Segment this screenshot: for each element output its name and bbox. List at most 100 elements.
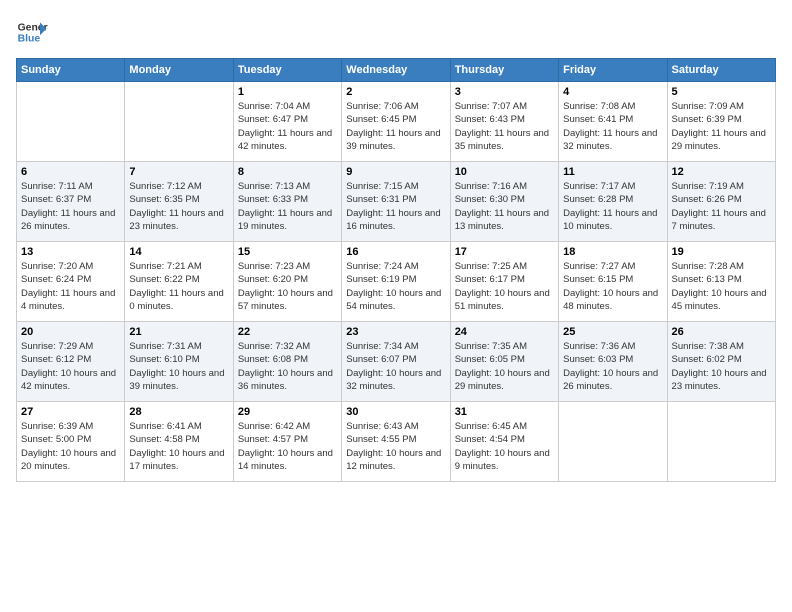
week-row-1: 1 Sunrise: 7:04 AMSunset: 6:47 PMDaylight… [17,82,776,162]
calendar-cell: 17Sunrise: 7:25 AMSunset: 6:17 PMDayligh… [450,242,558,322]
logo: General Blue [16,16,48,48]
day-number: 28 [129,406,228,418]
day-number: 12 [672,166,771,178]
day-info: Sunrise: 7:08 AMSunset: 6:41 PMDaylight:… [563,100,662,153]
calendar-cell: 23 Sunrise: 7:34 AMSunset: 6:07 PMDayligh… [342,322,450,402]
calendar-cell [559,402,667,482]
weekday-header-friday: Friday [559,59,667,82]
day-info: Sunrise: 7:23 AMSunset: 6:20 PMDaylight:… [238,260,337,313]
svg-text:Blue: Blue [18,34,41,45]
calendar-cell: 24 Sunrise: 7:35 AMSunset: 6:05 PMDayligh… [450,322,558,402]
page-header: General Blue [16,16,776,48]
calendar-cell: 8 Sunrise: 7:13 AMSunset: 6:33 PMDaylight… [233,162,341,242]
week-row-3: 13 Sunrise: 7:20 AMSunset: 6:24 PMDayligh… [17,242,776,322]
day-info: Sunrise: 7:13 AMSunset: 6:33 PMDaylight:… [238,180,337,233]
day-info: Sunrise: 7:11 AMSunset: 6:37 PMDaylight:… [21,180,120,233]
day-info: Sunrise: 7:09 AMSunset: 6:39 PMDaylight:… [672,100,771,153]
day-info: Sunrise: 7:15 AMSunset: 6:31 PMDaylight:… [346,180,445,233]
calendar-cell: 6 Sunrise: 7:11 AMSunset: 6:37 PMDaylight… [17,162,125,242]
day-number: 14 [129,246,228,258]
day-number: 3 [455,86,554,98]
calendar-cell: 12 Sunrise: 7:19 AMSunset: 6:26 PMDayligh… [667,162,775,242]
weekday-header-monday: Monday [125,59,233,82]
day-number: 4 [563,86,662,98]
day-info: Sunrise: 6:45 AMSunset: 4:54 PMDaylight:… [455,420,554,473]
calendar-cell: 26 Sunrise: 7:38 AMSunset: 6:02 PMDayligh… [667,322,775,402]
day-info: Sunrise: 7:34 AMSunset: 6:07 PMDaylight:… [346,340,445,393]
day-number: 31 [455,406,554,418]
calendar-cell: 19 Sunrise: 7:28 AMSunset: 6:13 PMDayligh… [667,242,775,322]
calendar-cell: 14 Sunrise: 7:21 AMSunset: 6:22 PMDayligh… [125,242,233,322]
day-number: 23 [346,326,445,338]
day-number: 8 [238,166,337,178]
weekday-header-wednesday: Wednesday [342,59,450,82]
day-number: 1 [238,86,337,98]
day-info: Sunrise: 7:19 AMSunset: 6:26 PMDaylight:… [672,180,771,233]
day-info: Sunrise: 7:28 AMSunset: 6:13 PMDaylight:… [672,260,771,313]
weekday-header-thursday: Thursday [450,59,558,82]
calendar-cell: 29 Sunrise: 6:42 AMSunset: 4:57 PMDayligh… [233,402,341,482]
day-number: 9 [346,166,445,178]
calendar-cell: 27Sunrise: 6:39 AMSunset: 5:00 PMDayligh… [17,402,125,482]
day-number: 16 [346,246,445,258]
logo-icon: General Blue [16,16,48,48]
calendar-cell: 15 Sunrise: 7:23 AMSunset: 6:20 PMDayligh… [233,242,341,322]
calendar-cell: 9 Sunrise: 7:15 AMSunset: 6:31 PMDaylight… [342,162,450,242]
calendar-cell: 3 Sunrise: 7:07 AMSunset: 6:43 PMDaylight… [450,82,558,162]
day-number: 19 [672,246,771,258]
day-number: 17 [455,246,554,258]
calendar-cell: 31 Sunrise: 6:45 AMSunset: 4:54 PMDayligh… [450,402,558,482]
day-info: Sunrise: 7:38 AMSunset: 6:02 PMDaylight:… [672,340,771,393]
calendar-cell: 21Sunrise: 7:31 AMSunset: 6:10 PMDayligh… [125,322,233,402]
day-number: 15 [238,246,337,258]
calendar-cell [125,82,233,162]
day-info: Sunrise: 6:42 AMSunset: 4:57 PMDaylight:… [238,420,337,473]
week-row-5: 27Sunrise: 6:39 AMSunset: 5:00 PMDayligh… [17,402,776,482]
day-number: 20 [21,326,120,338]
day-number: 2 [346,86,445,98]
day-info: Sunrise: 7:36 AMSunset: 6:03 PMDaylight:… [563,340,662,393]
day-info: Sunrise: 7:16 AMSunset: 6:30 PMDaylight:… [455,180,554,233]
calendar-cell: 2 Sunrise: 7:06 AMSunset: 6:45 PMDaylight… [342,82,450,162]
calendar-cell: 5 Sunrise: 7:09 AMSunset: 6:39 PMDaylight… [667,82,775,162]
day-info: Sunrise: 7:20 AMSunset: 6:24 PMDaylight:… [21,260,120,313]
calendar-cell: 10 Sunrise: 7:16 AMSunset: 6:30 PMDayligh… [450,162,558,242]
day-number: 25 [563,326,662,338]
calendar-cell: 16Sunrise: 7:24 AMSunset: 6:19 PMDayligh… [342,242,450,322]
weekday-header-saturday: Saturday [667,59,775,82]
day-number: 22 [238,326,337,338]
day-info: Sunrise: 7:21 AMSunset: 6:22 PMDaylight:… [129,260,228,313]
day-info: Sunrise: 7:29 AMSunset: 6:12 PMDaylight:… [21,340,120,393]
calendar-cell: 13 Sunrise: 7:20 AMSunset: 6:24 PMDayligh… [17,242,125,322]
day-number: 29 [238,406,337,418]
day-number: 13 [21,246,120,258]
calendar-cell: 22Sunrise: 7:32 AMSunset: 6:08 PMDayligh… [233,322,341,402]
day-number: 24 [455,326,554,338]
day-info: Sunrise: 6:43 AMSunset: 4:55 PMDaylight:… [346,420,445,473]
day-info: Sunrise: 7:04 AMSunset: 6:47 PMDaylight:… [238,100,337,153]
calendar-cell [17,82,125,162]
week-row-4: 20 Sunrise: 7:29 AMSunset: 6:12 PMDayligh… [17,322,776,402]
day-number: 6 [21,166,120,178]
calendar-cell: 4 Sunrise: 7:08 AMSunset: 6:41 PMDaylight… [559,82,667,162]
day-number: 10 [455,166,554,178]
calendar-cell: 1 Sunrise: 7:04 AMSunset: 6:47 PMDaylight… [233,82,341,162]
day-number: 7 [129,166,228,178]
weekday-header-sunday: Sunday [17,59,125,82]
day-info: Sunrise: 7:17 AMSunset: 6:28 PMDaylight:… [563,180,662,233]
day-number: 5 [672,86,771,98]
day-info: Sunrise: 7:06 AMSunset: 6:45 PMDaylight:… [346,100,445,153]
day-number: 26 [672,326,771,338]
calendar-cell: 25 Sunrise: 7:36 AMSunset: 6:03 PMDayligh… [559,322,667,402]
day-info: Sunrise: 7:35 AMSunset: 6:05 PMDaylight:… [455,340,554,393]
weekday-header-row: SundayMondayTuesdayWednesdayThursdayFrid… [17,59,776,82]
day-number: 30 [346,406,445,418]
day-info: Sunrise: 6:41 AMSunset: 4:58 PMDaylight:… [129,420,228,473]
calendar-cell [667,402,775,482]
calendar-cell: 28 Sunrise: 6:41 AMSunset: 4:58 PMDayligh… [125,402,233,482]
day-info: Sunrise: 7:07 AMSunset: 6:43 PMDaylight:… [455,100,554,153]
day-number: 18 [563,246,662,258]
day-number: 27 [21,406,120,418]
calendar-cell: 11Sunrise: 7:17 AMSunset: 6:28 PMDayligh… [559,162,667,242]
calendar-cell: 30 Sunrise: 6:43 AMSunset: 4:55 PMDayligh… [342,402,450,482]
